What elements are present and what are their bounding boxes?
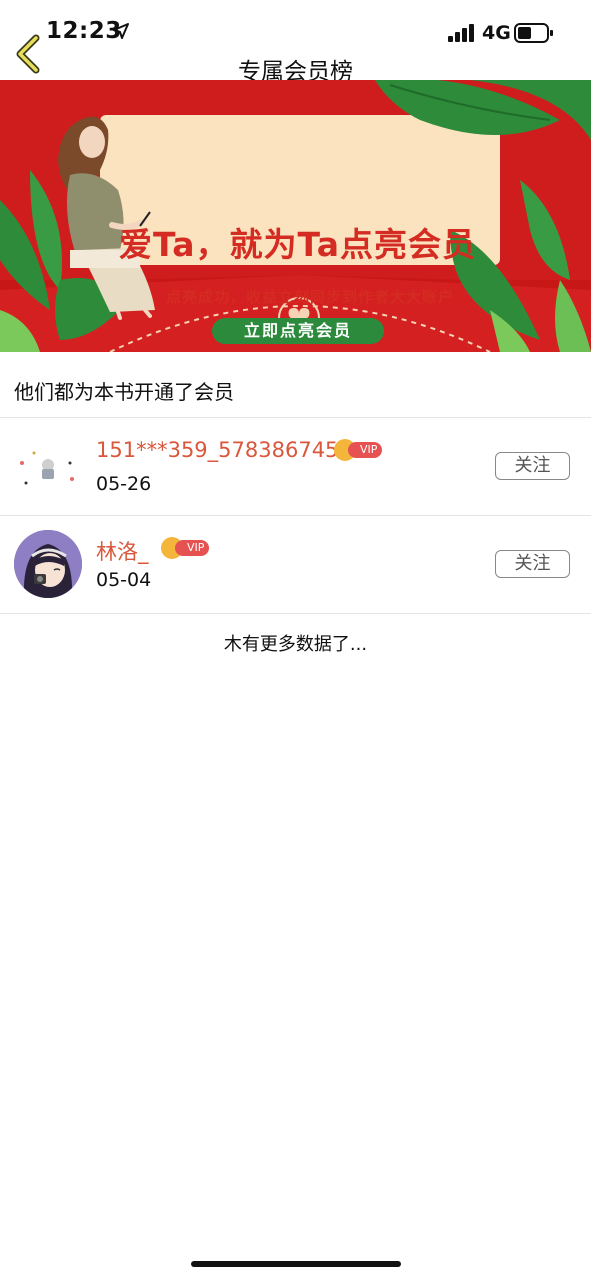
member-date: 05-26: [96, 473, 152, 495]
divider: [0, 613, 591, 614]
battery-icon: [514, 23, 553, 43]
avatar-image: [14, 433, 82, 501]
member-name[interactable]: 林洛_: [96, 536, 149, 566]
avatar[interactable]: [14, 433, 82, 501]
status-time: 12:23: [46, 18, 122, 44]
location-arrow-icon: [113, 23, 129, 39]
activate-membership-button[interactable]: 立即点亮会员: [212, 318, 384, 344]
vip-label: VIP: [348, 442, 383, 458]
member-date: 05-04: [96, 569, 152, 591]
avatar[interactable]: [14, 530, 82, 598]
follow-button[interactable]: 关注: [495, 550, 570, 578]
follow-button[interactable]: 关注: [495, 452, 570, 480]
member-row[interactable]: 林洛_ VIP 05-04 关注: [0, 516, 591, 614]
vip-badge: VIP: [334, 439, 383, 461]
promo-banner[interactable]: 爱Ta，就为Ta点亮会员 点亮成功，收益立刻同步到作者大大账户 立即点亮会员: [0, 80, 591, 352]
member-row[interactable]: 151***359_578386745 VIP 05-26 关注: [0, 418, 591, 516]
vip-badge: VIP: [161, 537, 210, 559]
member-name[interactable]: 151***359_578386745: [96, 438, 338, 462]
banner-headline: 爱Ta，就为Ta点亮会员: [118, 225, 477, 264]
signal-bars-icon: [448, 24, 474, 42]
members-section-heading: 他们都为本书开通了会员: [14, 380, 234, 404]
network-type: 4G: [482, 22, 511, 44]
home-indicator[interactable]: [191, 1261, 401, 1267]
vip-label: VIP: [175, 540, 210, 556]
avatar-image: [14, 530, 82, 598]
no-more-data-text: 木有更多数据了...: [223, 634, 368, 655]
banner-illustration: [0, 80, 591, 352]
banner-subtitle: 点亮成功，收益立刻同步到作者大大账户: [165, 288, 454, 306]
